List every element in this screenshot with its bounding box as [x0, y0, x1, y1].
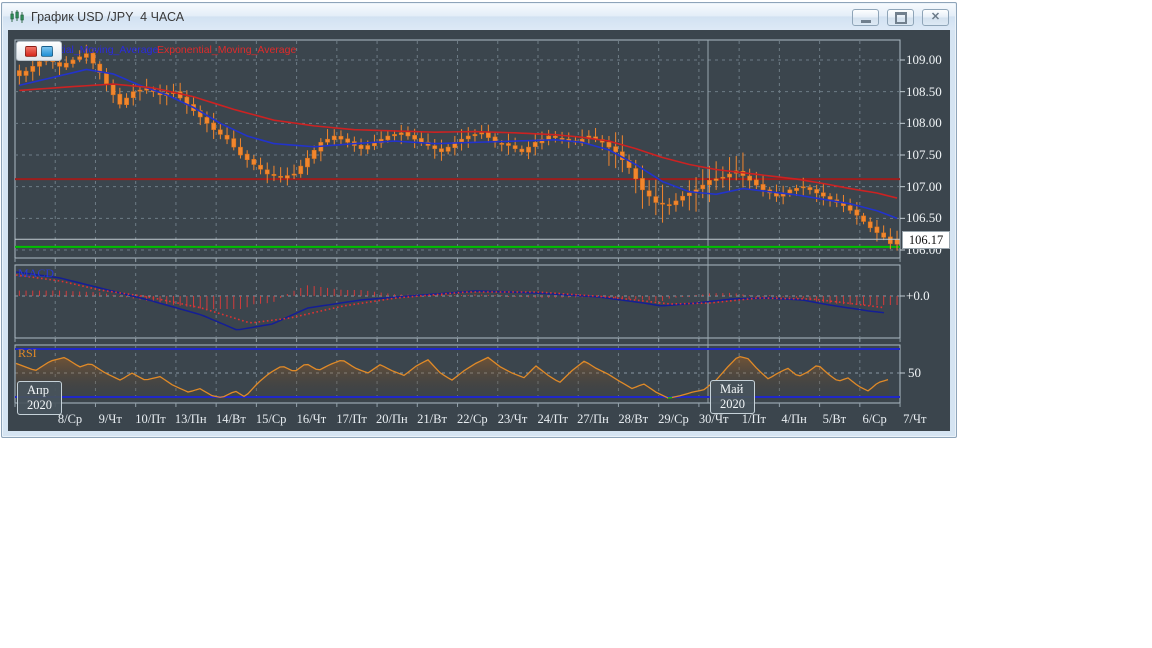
chart-toolbar [16, 41, 62, 61]
current-price-badge: 106.17 [902, 231, 950, 249]
red-square-button[interactable] [25, 45, 37, 57]
window-title: График USD /JPY 4 ЧАСА [31, 10, 185, 24]
macd-label: MACD [18, 266, 55, 280]
macd-zero-label: +0.0 [906, 288, 930, 303]
desktop: График USD /JPY 4 ЧАСА ✕ Exponential_Mov… [0, 0, 1152, 648]
chart-window: График USD /JPY 4 ЧАСА ✕ [1, 2, 957, 438]
close-icon: ✕ [930, 11, 941, 23]
restore-icon [894, 11, 907, 24]
titlebar[interactable]: График USD /JPY 4 ЧАСА ✕ [3, 4, 955, 30]
rsi-label: RSI [18, 346, 37, 360]
chart-area[interactable] [8, 30, 950, 431]
restore-button[interactable] [887, 9, 914, 26]
blue-square-button[interactable] [41, 45, 53, 57]
legend-ma-slow: Exponential_Moving_Average [157, 44, 297, 56]
minimize-button[interactable] [852, 9, 879, 26]
window-controls: ✕ [852, 9, 949, 26]
candlestick-chart-icon [9, 9, 25, 25]
rsi-mid-label: 50 [908, 365, 921, 380]
close-button[interactable]: ✕ [922, 9, 949, 26]
minimize-icon [860, 19, 871, 23]
